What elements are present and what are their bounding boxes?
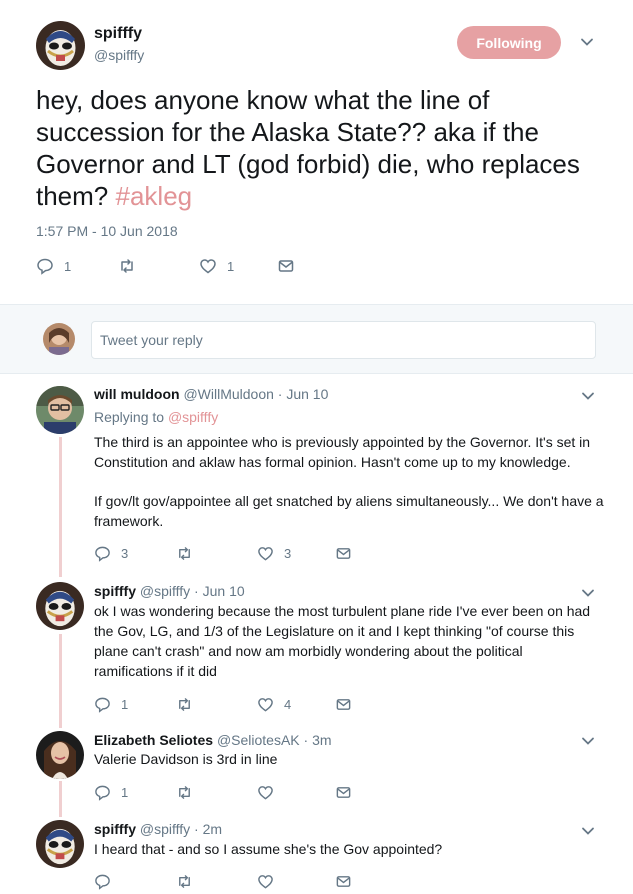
reply-action[interactable]: 1 bbox=[36, 256, 71, 276]
chevron-down-icon[interactable] bbox=[580, 823, 596, 839]
reply-composer: Tweet your reply bbox=[0, 304, 633, 374]
reply-action[interactable]: 1 bbox=[94, 694, 128, 714]
tweet-text: I heard that - and so I assume she's the… bbox=[94, 841, 443, 857]
author-handle-date[interactable]: @spifffy · Jun 10 bbox=[140, 583, 245, 599]
envelope-icon bbox=[336, 875, 351, 887]
like-action[interactable]: 4 bbox=[257, 694, 291, 714]
reply-header: Elizabeth Seliotes @SeliotesAK · 3m bbox=[94, 732, 332, 748]
heart-icon bbox=[258, 785, 273, 800]
heart-icon bbox=[258, 546, 273, 561]
tweet-actions: 1 bbox=[94, 782, 394, 802]
heart-icon bbox=[258, 697, 273, 712]
reply-header: spifffy @spifffy · Jun 10 bbox=[94, 583, 245, 599]
avatar[interactable] bbox=[36, 21, 85, 70]
reply-icon bbox=[95, 697, 110, 713]
replying-to: Replying to @spifffy bbox=[94, 409, 218, 425]
hashtag-link[interactable]: #akleg bbox=[116, 181, 193, 211]
reply-tweet[interactable]: Elizabeth Seliotes @SeliotesAK · 3m Vale… bbox=[0, 722, 633, 812]
reply-header: spifffy @spifffy · 2m bbox=[94, 821, 222, 837]
tweet-actions bbox=[94, 871, 394, 891]
chevron-down-icon[interactable] bbox=[579, 34, 595, 50]
current-user-avatar bbox=[43, 323, 75, 355]
tweet-text: hey, does anyone know what the line of s… bbox=[36, 84, 596, 212]
author-name[interactable]: Elizabeth Seliotes bbox=[94, 732, 213, 748]
like-action[interactable] bbox=[257, 782, 274, 802]
retweet-action[interactable] bbox=[176, 871, 193, 891]
like-action[interactable] bbox=[257, 871, 274, 891]
tweet-timestamp[interactable]: 1:57 PM - 10 Jun 2018 bbox=[36, 223, 178, 239]
replying-to-link[interactable]: @spifffy bbox=[168, 409, 218, 425]
retweet-icon bbox=[179, 697, 190, 711]
tweet-text: If gov/lt gov/appointee all get snatched… bbox=[94, 493, 604, 529]
like-count: 1 bbox=[227, 258, 235, 274]
author-name[interactable]: spifffy bbox=[94, 25, 142, 43]
author-name[interactable]: spifffy bbox=[94, 583, 136, 599]
retweet-action[interactable] bbox=[176, 782, 193, 802]
envelope-icon bbox=[336, 786, 351, 798]
retweet-icon bbox=[179, 546, 190, 560]
heart-icon bbox=[258, 874, 273, 889]
reply-count: 1 bbox=[121, 784, 129, 800]
tweet-actions: 1 4 bbox=[94, 694, 394, 714]
retweet-icon bbox=[179, 785, 190, 799]
author-handle-date[interactable]: @WillMuldoon · Jun 10 bbox=[183, 386, 328, 402]
like-count: 3 bbox=[284, 545, 292, 561]
following-button[interactable]: Following bbox=[457, 26, 561, 59]
reply-action[interactable]: 3 bbox=[94, 543, 128, 563]
reply-icon bbox=[95, 874, 110, 890]
envelope-icon bbox=[336, 698, 351, 710]
tweet-text: ok I was wondering because the most turb… bbox=[94, 603, 591, 679]
author-name[interactable]: spifffy bbox=[94, 821, 136, 837]
avatar[interactable] bbox=[36, 731, 84, 779]
retweet-action[interactable] bbox=[176, 543, 193, 563]
like-action[interactable]: 1 bbox=[199, 256, 234, 276]
reply-tweet[interactable]: spifffy @spifffy · 2m I heard that - and… bbox=[0, 812, 633, 894]
tweet-text: Valerie Davidson is 3rd in line bbox=[94, 751, 278, 767]
message-action[interactable] bbox=[335, 782, 352, 802]
author-name[interactable]: will muldoon bbox=[94, 386, 180, 402]
chevron-down-icon[interactable] bbox=[580, 585, 596, 601]
tweet-actions: 1 1 bbox=[36, 256, 336, 276]
tweet-actions: 3 3 bbox=[94, 543, 394, 563]
reply-tweet[interactable]: spifffy @spifffy · Jun 10 ok I was wonde… bbox=[0, 574, 633, 722]
retweet-icon bbox=[179, 874, 190, 888]
reply-action[interactable] bbox=[94, 871, 111, 891]
message-action[interactable] bbox=[335, 543, 352, 563]
message-action[interactable] bbox=[277, 256, 295, 276]
reply-tweet[interactable]: will muldoon @WillMuldoon · Jun 10 Reply… bbox=[0, 375, 633, 574]
heart-icon bbox=[200, 259, 216, 274]
reply-count: 1 bbox=[121, 696, 129, 712]
reply-input[interactable]: Tweet your reply bbox=[91, 321, 596, 359]
reply-count: 3 bbox=[121, 545, 129, 561]
avatar[interactable] bbox=[36, 582, 84, 630]
author-handle-date[interactable]: @SeliotesAK · 3m bbox=[217, 732, 332, 748]
chevron-down-icon[interactable] bbox=[580, 733, 596, 749]
reply-action[interactable]: 1 bbox=[94, 782, 128, 802]
retweet-icon bbox=[121, 259, 133, 273]
reply-icon bbox=[95, 546, 110, 562]
reply-header: will muldoon @WillMuldoon · Jun 10 bbox=[94, 386, 328, 402]
avatar[interactable] bbox=[36, 820, 84, 868]
retweet-action[interactable] bbox=[176, 694, 193, 714]
tweet-text: The third is an appointee who is previou… bbox=[94, 434, 591, 470]
author-handle-date[interactable]: @spifffy · 2m bbox=[140, 821, 222, 837]
chevron-down-icon[interactable] bbox=[580, 388, 596, 404]
reply-count: 1 bbox=[64, 258, 72, 274]
envelope-icon bbox=[278, 260, 294, 272]
message-action[interactable] bbox=[335, 871, 352, 891]
retweet-action[interactable] bbox=[118, 256, 136, 276]
envelope-icon bbox=[336, 547, 351, 559]
message-action[interactable] bbox=[335, 694, 352, 714]
main-tweet: spifffy @spifffy Following hey, does any… bbox=[0, 0, 633, 304]
like-action[interactable]: 3 bbox=[257, 543, 291, 563]
reply-icon bbox=[95, 785, 110, 801]
like-count: 4 bbox=[284, 696, 292, 712]
avatar[interactable] bbox=[36, 386, 84, 434]
replying-to-prefix: Replying to bbox=[94, 409, 168, 425]
author-handle[interactable]: @spifffy bbox=[94, 47, 144, 63]
reply-icon bbox=[37, 258, 53, 275]
